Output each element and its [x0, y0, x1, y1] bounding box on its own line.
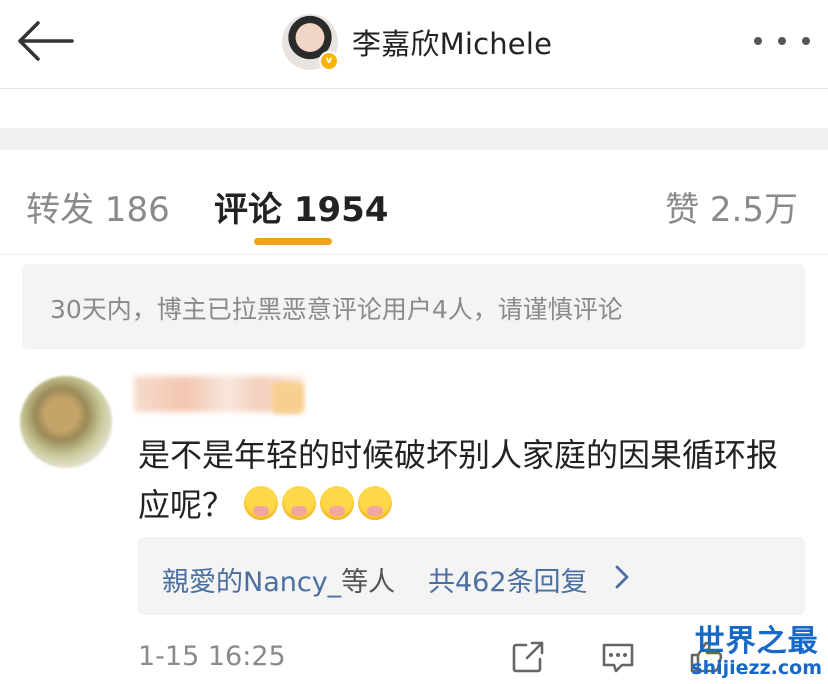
- replies-preview[interactable]: 親愛的Nancy_等人 共462条回复: [138, 537, 805, 615]
- comment-body: 是不是年轻的时候破坏别人家庭的因果循环报应呢？: [138, 430, 808, 530]
- shushing-face-emoji-icon: [320, 486, 355, 520]
- commenter-badge-icon: [272, 382, 304, 414]
- tab-bar: 转发 186 评论 1954 赞 2.5万: [0, 150, 828, 255]
- reply-suffix: 等人: [341, 567, 396, 598]
- shushing-face-emoji-icon: [244, 486, 279, 520]
- tab-likes[interactable]: 赞 2.5万: [665, 182, 798, 231]
- share-icon[interactable]: [508, 637, 548, 677]
- chevron-right-icon[interactable]: [612, 564, 632, 590]
- emoji-row: [244, 486, 396, 524]
- tab-repost[interactable]: 转发 186: [26, 182, 170, 231]
- commenter-avatar[interactable]: [20, 376, 112, 468]
- comment-timestamp: 1-15 16:25: [138, 641, 286, 672]
- user-name[interactable]: 李嘉欣Michele: [352, 21, 552, 63]
- tab-comments[interactable]: 评论 1954: [214, 182, 388, 231]
- top-bar: 李嘉欣Michele v: [0, 0, 828, 89]
- more-options-icon[interactable]: [754, 30, 810, 52]
- watermark-url: shijiezz.com: [691, 657, 822, 679]
- reply-user-link[interactable]: 親愛的Nancy_: [162, 567, 341, 598]
- moderation-notice: 30天内，博主已拉黑恶意评论用户4人，请谨慎评论: [22, 264, 805, 349]
- notice-text: 30天内，博主已拉黑恶意评论用户4人，请谨慎评论: [50, 295, 623, 324]
- watermark-title: 世界之最: [694, 624, 819, 659]
- reply-count-link[interactable]: 共462条回复: [428, 560, 588, 599]
- shushing-face-emoji-icon: [282, 486, 317, 520]
- comment-icon[interactable]: [598, 637, 638, 677]
- shushing-face-emoji-icon: [358, 486, 393, 520]
- watermark: 世界之最 shijiezz.com: [691, 624, 822, 679]
- back-arrow-icon[interactable]: [14, 18, 76, 64]
- active-tab-indicator: [254, 238, 332, 245]
- verified-badge-icon: v: [319, 51, 339, 71]
- replies-summary[interactable]: 親愛的Nancy_等人: [162, 560, 395, 599]
- comment-text: 是不是年轻的时候破坏别人家庭的因果循环报应呢？: [138, 436, 779, 524]
- section-divider: [0, 128, 828, 150]
